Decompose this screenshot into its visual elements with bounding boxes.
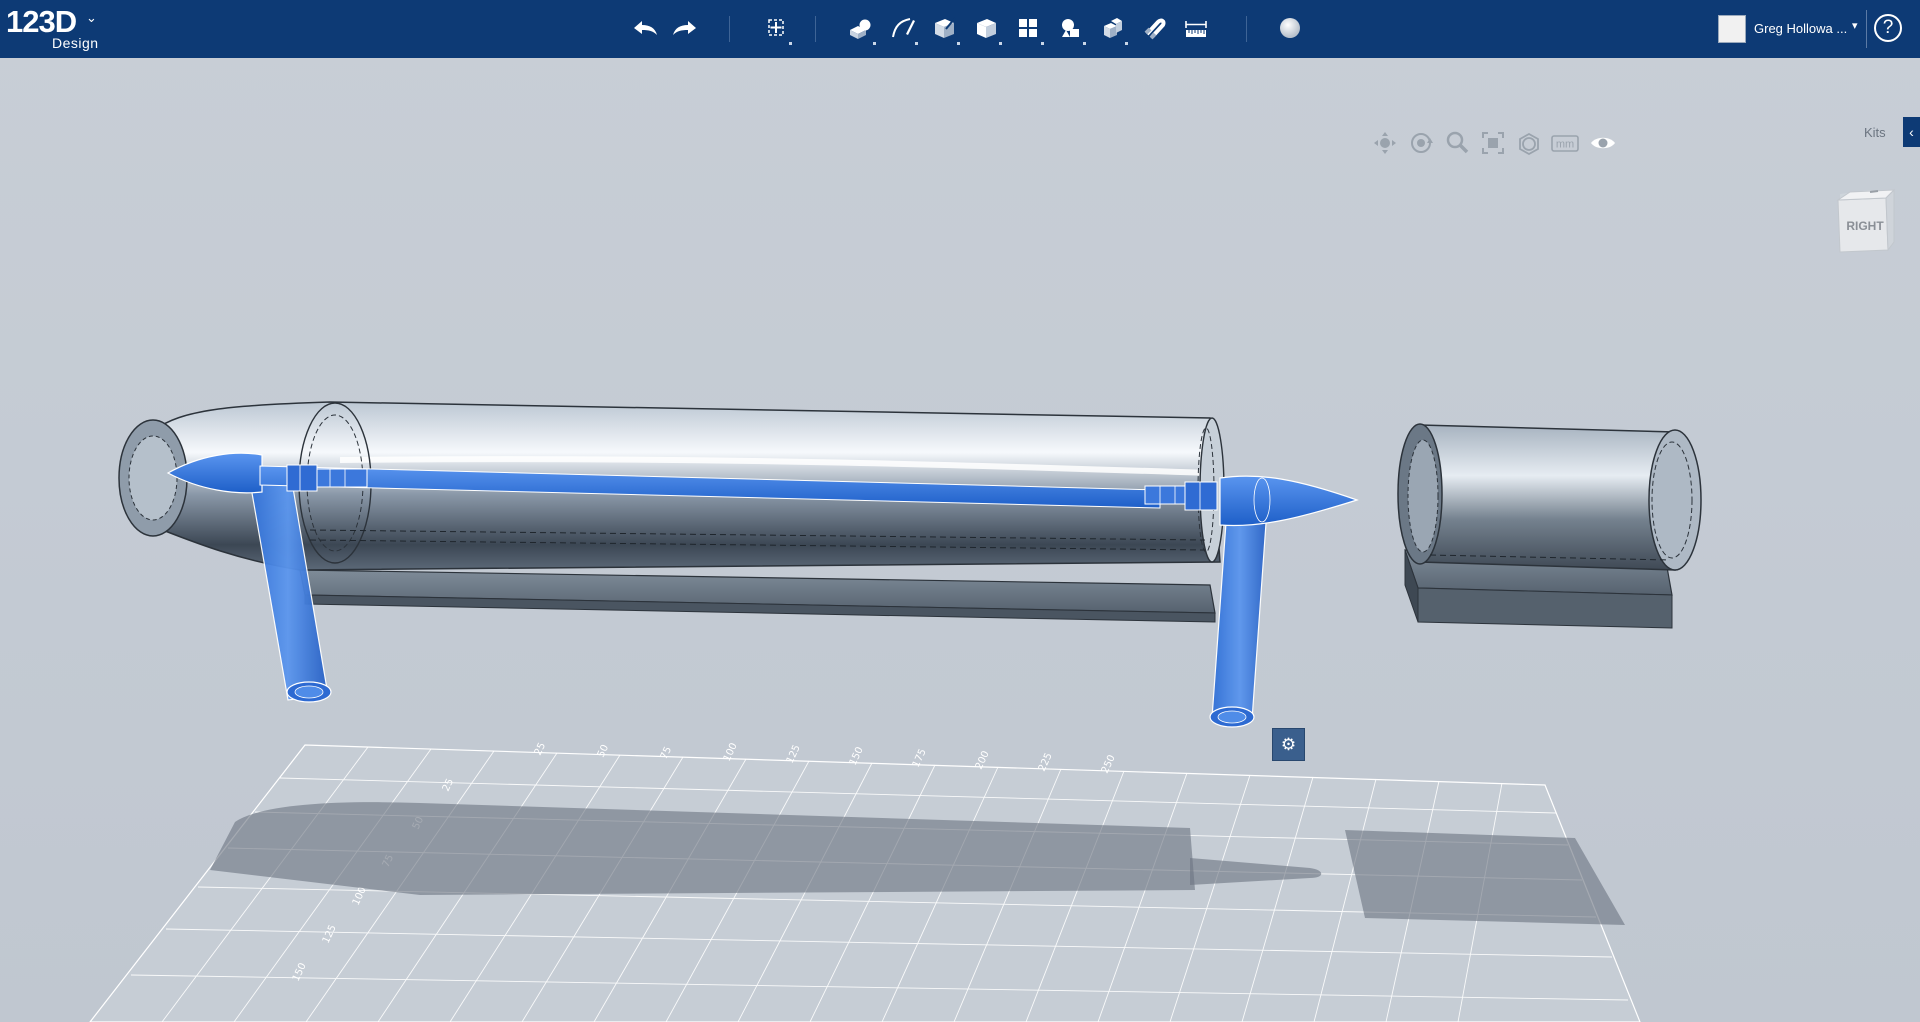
settings-gear-button[interactable]: ⚙ (1272, 728, 1305, 761)
materials-outlines-button[interactable] (1514, 128, 1544, 158)
app-logo-menu[interactable]: 123D ⌄ Design (6, 4, 116, 54)
pattern-icon (1019, 19, 1037, 37)
orbit-icon (1411, 133, 1433, 153)
sketch-icon (892, 18, 915, 38)
pan-button[interactable] (1370, 128, 1400, 158)
zoom-icon (1446, 131, 1469, 154)
fit-button[interactable] (1478, 128, 1508, 158)
primitives-button[interactable] (840, 8, 880, 48)
units-label: mm (1556, 139, 1574, 151)
fit-icon (1482, 132, 1504, 154)
toolbar-separator (729, 16, 730, 42)
avatar[interactable] (1718, 15, 1746, 43)
user-name[interactable]: Greg Hollowa ... (1754, 21, 1847, 36)
units-button[interactable]: mm (1550, 128, 1580, 158)
view-navigation-toolbar: mm (1370, 128, 1630, 158)
construct-button[interactable] (924, 8, 964, 48)
help-button[interactable]: ? (1874, 14, 1902, 42)
app-menu-chevron-icon: ⌄ (86, 10, 97, 25)
view-cube-face-label: RIGHT (1846, 219, 1884, 233)
transform-icon (768, 19, 784, 36)
sketch-button[interactable] (882, 8, 922, 48)
redo-icon (673, 21, 696, 35)
measure-icon (1185, 21, 1207, 37)
user-menu-caret-icon[interactable]: ▾ (1852, 19, 1858, 32)
visibility-button[interactable] (1588, 128, 1618, 158)
kits-label[interactable]: Kits (1864, 125, 1886, 140)
redo-button[interactable] (666, 8, 706, 48)
3d-viewport[interactable]: 255075100125150175200225250 255075100125… (0, 58, 1920, 1022)
snap-button[interactable] (1134, 8, 1174, 48)
undo-icon (634, 21, 657, 35)
snap-icon (1144, 18, 1166, 40)
undo-button[interactable] (624, 8, 664, 48)
toolbar-separator (1866, 10, 1867, 48)
visibility-icon (1591, 137, 1615, 149)
top-toolbar: 123D ⌄ Design Greg Hollowa ... ▾ ? (0, 0, 1920, 58)
app-logo-subtitle: Design (52, 35, 99, 51)
grouping-button[interactable] (1050, 8, 1090, 48)
transform-button[interactable] (756, 8, 796, 48)
kits-panel-toggle[interactable]: ‹ (1903, 117, 1920, 147)
pattern-button[interactable] (1008, 8, 1048, 48)
zoom-button[interactable] (1442, 128, 1472, 158)
pan-icon (1374, 132, 1396, 154)
orbit-button[interactable] (1406, 128, 1436, 158)
toolbar-separator (1246, 16, 1247, 42)
modify-button[interactable] (966, 8, 1006, 48)
materials-outlines-icon (1519, 132, 1539, 156)
grouping-icon (1062, 19, 1079, 37)
measure-button[interactable] (1176, 8, 1216, 48)
material-icon (1280, 18, 1300, 38)
combine-button[interactable] (1092, 8, 1132, 48)
material-button[interactable] (1270, 8, 1310, 48)
modify-icon (977, 19, 996, 38)
construct-icon (935, 17, 956, 38)
combine-icon (1104, 18, 1122, 38)
toolbar-separator (815, 16, 816, 42)
units-icon: mm (1551, 135, 1579, 152)
scene-canvas[interactable]: 255075100125150175200225250 255075100125… (0, 58, 1920, 1022)
pen-cap-part[interactable] (1397, 423, 1702, 629)
primitives-icon (850, 19, 871, 39)
gear-icon: ⚙ (1280, 735, 1297, 754)
